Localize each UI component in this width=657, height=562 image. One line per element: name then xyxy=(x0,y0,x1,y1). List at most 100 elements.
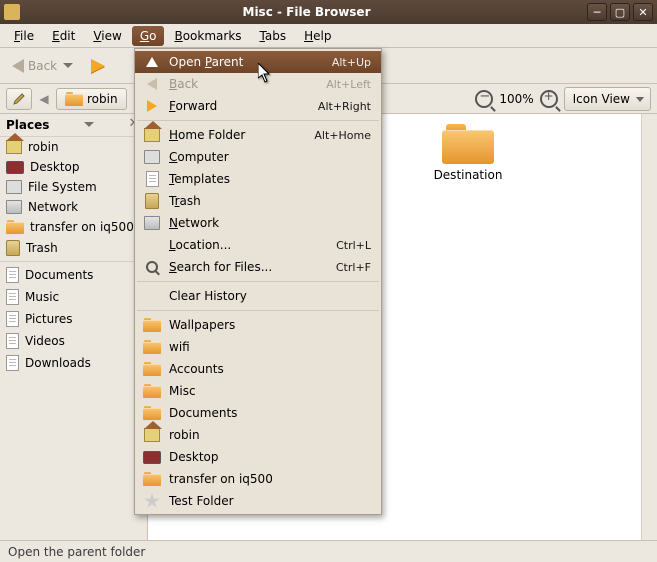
back-label: Back xyxy=(28,59,57,73)
desktop-icon xyxy=(6,161,24,174)
view-mode-select[interactable]: Icon View xyxy=(564,87,651,111)
recent-label: Accounts xyxy=(169,362,371,376)
menu-recent-item[interactable]: Accounts xyxy=(135,358,381,380)
scrollbar[interactable] xyxy=(641,114,657,540)
menu-edit[interactable]: Edit xyxy=(44,26,83,46)
arrow-right-icon xyxy=(147,100,157,112)
recent-label: wifi xyxy=(169,340,371,354)
recent-label: robin xyxy=(169,428,371,442)
sidebar-item-label: Pictures xyxy=(25,312,73,326)
menu-recent-item[interactable]: Test Folder xyxy=(135,490,381,512)
menu-view[interactable]: View xyxy=(85,26,129,46)
menu-help[interactable]: Help xyxy=(296,26,339,46)
menu-bookmarks[interactable]: Bookmarks xyxy=(166,26,249,46)
sidebar-item-label: Trash xyxy=(26,241,58,255)
menu-recent-item[interactable]: Desktop xyxy=(135,446,381,468)
folder-label: Destination xyxy=(434,168,503,182)
folder-icon xyxy=(143,362,161,376)
sidebar-header: Places xyxy=(6,118,49,132)
sidebar-item[interactable]: Documents xyxy=(0,264,147,286)
folder-icon xyxy=(143,318,161,332)
menu-home-folder[interactable]: Home Folder Alt+Home xyxy=(135,124,381,146)
menu-location[interactable]: Location... Ctrl+L xyxy=(135,234,381,256)
recent-label: Desktop xyxy=(169,450,371,464)
menu-back: Back Alt+Left xyxy=(135,73,381,95)
clear-history-label: Clear History xyxy=(169,289,371,303)
maximize-button[interactable]: ▢ xyxy=(610,3,630,21)
separator xyxy=(137,281,379,282)
sidebar-item-label: File System xyxy=(28,180,97,194)
sidebar: Places ✕ robinDesktopFile SystemNetworkt… xyxy=(0,114,148,540)
zoom-in-button[interactable] xyxy=(540,90,558,108)
accel: Alt+Home xyxy=(314,129,371,142)
arrow-left-icon xyxy=(147,78,157,90)
folder-icon xyxy=(143,384,161,398)
menu-go[interactable]: Go xyxy=(132,26,165,46)
sidebar-item-label: Desktop xyxy=(30,160,80,174)
forward-button[interactable] xyxy=(85,55,111,77)
sidebar-item-label: Videos xyxy=(25,334,65,348)
menu-templates[interactable]: Templates xyxy=(135,168,381,190)
star-icon xyxy=(144,493,160,509)
doc-icon xyxy=(146,171,159,187)
recent-label: Test Folder xyxy=(169,494,371,508)
recent-label: Wallpapers xyxy=(169,318,371,332)
trash-icon xyxy=(145,193,159,209)
menu-recent-item[interactable]: transfer on iq500 xyxy=(135,468,381,490)
menu-recent-item[interactable]: Misc xyxy=(135,380,381,402)
pencil-icon xyxy=(12,92,26,106)
back-button[interactable]: Back xyxy=(6,55,79,77)
path-prev-button[interactable]: ◀ xyxy=(38,88,50,110)
drive-icon xyxy=(6,180,22,194)
sidebar-item[interactable]: transfer on iq500 xyxy=(0,217,147,237)
sidebar-item[interactable]: Desktop xyxy=(0,157,147,177)
sidebar-item-label: Downloads xyxy=(25,356,91,370)
zoom-out-button[interactable] xyxy=(475,90,493,108)
menu-recent-item[interactable]: robin xyxy=(135,424,381,446)
menu-open-parent[interactable]: Open Parent Alt+Up xyxy=(135,51,381,73)
accel: Alt+Left xyxy=(326,78,371,91)
network-icon xyxy=(144,216,160,230)
sidebar-item[interactable]: Trash xyxy=(0,237,147,259)
sidebar-item[interactable]: Pictures xyxy=(0,308,147,330)
path-segment-button[interactable]: robin xyxy=(56,88,127,110)
edit-path-button[interactable] xyxy=(6,88,32,110)
sidebar-item[interactable]: robin xyxy=(0,137,147,157)
arrow-left-icon xyxy=(12,59,24,73)
menu-recent-item[interactable]: Wallpapers xyxy=(135,314,381,336)
home-icon xyxy=(144,128,160,142)
menu-recent-item[interactable]: Documents xyxy=(135,402,381,424)
menu-search-files[interactable]: Search for Files... Ctrl+F xyxy=(135,256,381,278)
menu-tabs[interactable]: Tabs xyxy=(252,26,295,46)
recent-label: transfer on iq500 xyxy=(169,472,371,486)
menu-recent-item[interactable]: wifi xyxy=(135,336,381,358)
sidebar-item[interactable]: Network xyxy=(0,197,147,217)
doc-icon xyxy=(6,355,19,371)
recent-label: Misc xyxy=(169,384,371,398)
sidebar-item-label: robin xyxy=(28,140,59,154)
chevron-down-icon[interactable] xyxy=(84,122,94,128)
accel: Alt+Up xyxy=(332,56,371,69)
sidebar-item[interactable]: Videos xyxy=(0,330,147,352)
sidebar-item[interactable]: Downloads xyxy=(0,352,147,374)
folder-item[interactable]: Destination xyxy=(404,124,532,216)
close-button[interactable]: ✕ xyxy=(633,3,653,21)
menu-trash[interactable]: Trash xyxy=(135,190,381,212)
folder-icon xyxy=(143,472,161,486)
menu-file[interactable]: File xyxy=(6,26,42,46)
sidebar-item-label: Network xyxy=(28,200,78,214)
menu-computer[interactable]: Computer xyxy=(135,146,381,168)
sidebar-item[interactable]: Music xyxy=(0,286,147,308)
sidebar-item[interactable]: File System xyxy=(0,177,147,197)
menu-forward[interactable]: Forward Alt+Right xyxy=(135,95,381,117)
minimize-button[interactable]: ─ xyxy=(587,3,607,21)
accel: Ctrl+L xyxy=(336,239,371,252)
window-titlebar: Misc - File Browser ─ ▢ ✕ xyxy=(0,0,657,24)
menu-network[interactable]: Network xyxy=(135,212,381,234)
view-mode-label: Icon View xyxy=(573,92,630,106)
statusbar: Open the parent folder xyxy=(0,540,657,562)
folder-icon xyxy=(143,406,161,420)
desktop-icon xyxy=(143,451,161,464)
menu-clear-history[interactable]: Clear History xyxy=(135,285,381,307)
trash-icon xyxy=(6,240,20,256)
